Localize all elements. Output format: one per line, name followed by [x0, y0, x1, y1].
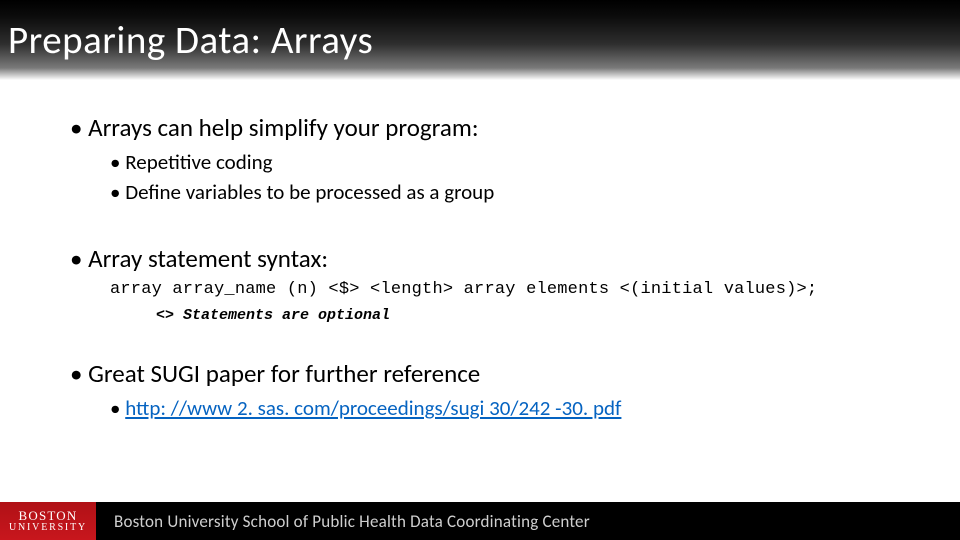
bullet-marker	[110, 395, 125, 421]
code-line: array array_name (n) <$> <length> array …	[110, 280, 910, 299]
bullet-level1: Great SUGI paper for further reference	[70, 358, 910, 389]
bullet-level2: Repetitive coding	[110, 149, 910, 175]
bu-logo: BOSTON UNIVERSITY	[0, 502, 96, 540]
slide-title: Preparing Data: Arrays	[8, 17, 373, 64]
title-bar: Preparing Data: Arrays	[0, 0, 960, 80]
logo-line2: UNIVERSITY	[9, 523, 87, 533]
footer-bar: BOSTON UNIVERSITY Boston University Scho…	[0, 502, 960, 540]
slide-content: Arrays can help simplify your program: R…	[0, 80, 960, 502]
bullet-level1: Arrays can help simplify your program:	[70, 112, 910, 143]
reference-link[interactable]: http: //www 2. sas. com/proceedings/sugi…	[125, 395, 621, 421]
logo-line1: BOSTON	[19, 509, 78, 522]
slide: Preparing Data: Arrays Arrays can help s…	[0, 0, 960, 540]
bullet-level2: http: //www 2. sas. com/proceedings/sugi…	[110, 395, 910, 421]
footer-text: Boston University School of Public Healt…	[114, 511, 590, 532]
bullet-level2: Define variables to be processed as a gr…	[110, 179, 910, 205]
code-note: <> Statements are optional	[156, 307, 910, 324]
bullet-level1: Array statement syntax:	[70, 243, 910, 274]
